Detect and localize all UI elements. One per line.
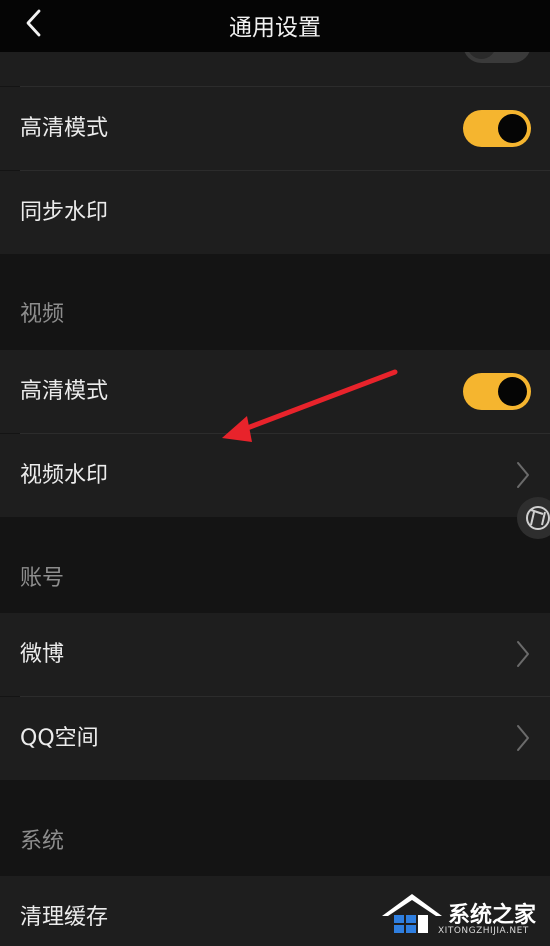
page-title: 通用设置	[229, 15, 321, 41]
row-label: QQ空间	[20, 726, 99, 751]
settings-row-photo-hd[interactable]: 高清模式	[0, 87, 550, 170]
watermark-name: 系统之家	[448, 903, 537, 928]
settings-row-weibo[interactable]: 微博	[0, 613, 550, 696]
chevron-right-icon	[517, 641, 529, 667]
settings-row-qzone[interactable]: QQ空间	[0, 697, 550, 780]
section-title: 系统	[20, 829, 65, 854]
settings-row-sync-watermark[interactable]: 同步水印	[0, 171, 550, 254]
settings-row-video-hd[interactable]: 高清模式	[0, 350, 550, 433]
row-label: 同步水印	[20, 200, 109, 225]
section-header-account: 账号	[0, 517, 550, 613]
row-label: 视频水印	[20, 463, 109, 488]
floating-camera-button[interactable]	[517, 497, 550, 539]
top-bar: 通用设置	[0, 0, 550, 52]
aperture-icon	[526, 506, 550, 530]
section-title: 账号	[20, 566, 65, 591]
section-header-system: 系统	[0, 780, 550, 876]
watermark-url: XITONGZHIJIA.NET	[438, 926, 529, 936]
toggle-knob	[498, 377, 527, 406]
section-title: 视频	[20, 302, 65, 327]
site-watermark: 系统之家 XITONGZHIJIA.NET	[378, 888, 550, 946]
row-label: 高清模式	[20, 116, 109, 141]
video-hd-toggle[interactable]	[463, 373, 531, 410]
section-header-video: 视频	[0, 254, 550, 350]
row-label: 微博	[20, 642, 65, 667]
chevron-right-icon	[517, 462, 529, 488]
house-logo-icon	[382, 894, 442, 933]
chevron-right-icon	[517, 725, 529, 751]
row-label: 清理缓存	[20, 905, 109, 930]
settings-row-video-watermark[interactable]: 视频水印	[0, 434, 550, 517]
toggle-knob	[498, 114, 527, 143]
photo-hd-toggle[interactable]	[463, 110, 531, 147]
row-label: 高清模式	[20, 379, 109, 404]
